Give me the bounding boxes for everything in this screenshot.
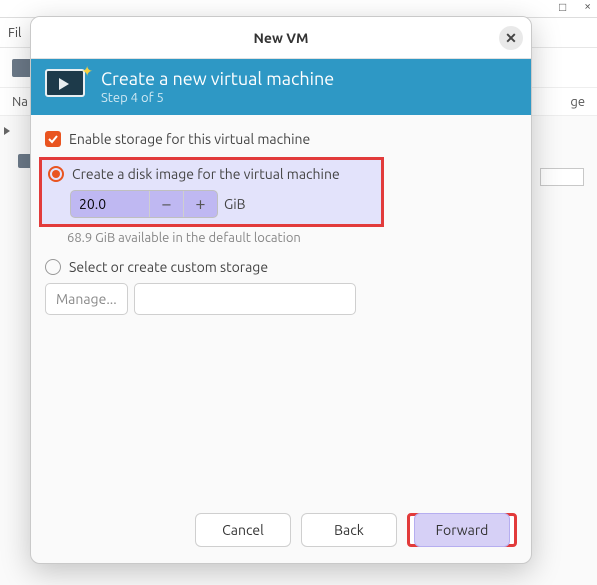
back-button[interactable]: Back — [301, 513, 397, 547]
bg-menu-file: Fil — [8, 26, 21, 40]
enable-storage-checkbox[interactable] — [45, 131, 61, 147]
dialog-header-text: Create a new virtual machine Step 4 of 5 — [101, 69, 334, 105]
disk-size-spinbox: − + — [70, 190, 218, 218]
bg-input-fragment — [540, 168, 584, 186]
enable-storage-label: Enable storage for this virtual machine — [69, 131, 310, 147]
bg-col-name: Na — [12, 95, 28, 109]
check-icon — [47, 133, 59, 145]
custom-storage-radio-row[interactable]: Select or create custom storage — [45, 259, 517, 275]
star-icon: ✦ — [81, 63, 93, 80]
create-disk-radio-row[interactable]: Create a disk image for the virtual mach… — [48, 166, 375, 182]
chevron-right-icon — [4, 127, 10, 135]
dialog-titlebar: New VM ✕ — [31, 17, 531, 59]
dialog-body: Enable storage for this virtual machine … — [31, 115, 531, 501]
create-disk-radio[interactable] — [48, 166, 64, 182]
dialog-footer: Cancel Back Forward — [31, 501, 531, 563]
create-disk-label: Create a disk image for the virtual mach… — [72, 166, 340, 182]
dialog-header: ✦ Create a new virtual machine Step 4 of… — [31, 59, 531, 115]
manage-storage-row: Manage... — [45, 283, 517, 315]
storage-path-input[interactable] — [134, 283, 356, 315]
disk-size-decrement[interactable]: − — [149, 191, 183, 217]
dialog-title: New VM — [253, 30, 308, 46]
forward-highlight: Forward — [407, 513, 517, 547]
create-vm-icon: ✦ — [45, 69, 89, 105]
forward-button[interactable]: Forward — [414, 513, 510, 547]
disk-size-input[interactable] — [71, 191, 149, 217]
close-button[interactable]: ✕ — [499, 26, 523, 50]
close-icon: ✕ — [505, 30, 517, 47]
dialog-step: Step 4 of 5 — [101, 91, 334, 105]
bg-col-usage: ge — [570, 95, 585, 109]
cancel-button[interactable]: Cancel — [195, 513, 291, 547]
disk-size-increment[interactable]: + — [183, 191, 217, 217]
custom-storage-label: Select or create custom storage — [69, 259, 268, 275]
new-vm-dialog: New VM ✕ ✦ Create a new virtual machine … — [30, 16, 532, 564]
enable-storage-row[interactable]: Enable storage for this virtual machine — [45, 131, 517, 147]
manage-button[interactable]: Manage... — [45, 283, 128, 315]
bg-maximize-icon: □ — [559, 0, 566, 14]
dialog-heading: Create a new virtual machine — [101, 69, 334, 89]
custom-storage-radio[interactable] — [45, 259, 61, 275]
available-space-label: 68.9 GiB available in the default locati… — [67, 231, 517, 245]
disk-size-row: − + GiB — [70, 190, 375, 218]
disk-size-unit: GiB — [224, 196, 246, 212]
bg-close-icon: × — [584, 0, 591, 13]
create-disk-highlight: Create a disk image for the virtual mach… — [39, 157, 384, 227]
